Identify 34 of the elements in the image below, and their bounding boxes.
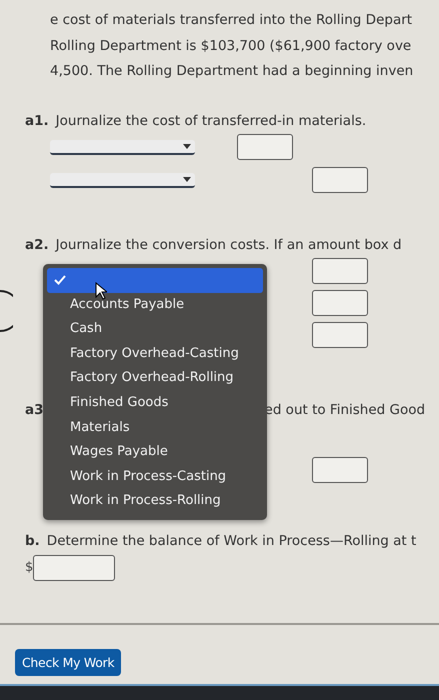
menu-item[interactable]: Work in Process-Rolling xyxy=(43,489,267,514)
amount-field[interactable] xyxy=(312,290,368,316)
menu-item[interactable]: Wages Payable xyxy=(43,440,267,465)
part-label: b. xyxy=(25,532,40,550)
mouse-pointer-icon xyxy=(95,282,107,300)
checkmark-icon xyxy=(54,275,66,285)
menu-item[interactable]: Work in Process-Casting xyxy=(43,464,267,490)
check-my-work-button[interactable]: Check My Work xyxy=(15,648,122,676)
currency-sign: $ xyxy=(25,560,34,575)
problem-text: e cost of materials transferred into the Rolling Depart xyxy=(50,11,414,30)
part-label: a2. xyxy=(25,236,49,254)
amount-field[interactable] xyxy=(237,134,293,160)
menu-item[interactable]: Accounts Payable xyxy=(43,292,267,318)
amount-field[interactable] xyxy=(312,322,368,348)
part-label: a3 xyxy=(25,400,44,420)
instruction-text: Determine the balance of Work in Process—Rolling at t xyxy=(46,532,416,550)
menu-item[interactable]: Cash xyxy=(43,317,267,342)
menu-item[interactable]: Factory Overhead-Rolling xyxy=(43,366,267,391)
account-dropdown[interactable] xyxy=(50,172,195,188)
amount-field[interactable] xyxy=(312,167,368,193)
problem-text: Rolling Department is $103,700 ($61,900 factory ove xyxy=(50,36,412,56)
account-dropdown[interactable] xyxy=(50,140,195,154)
menu-item[interactable]: Factory Overhead-Casting xyxy=(43,342,267,366)
caret-icon xyxy=(183,144,191,148)
menu-item[interactable]: Materials xyxy=(43,416,267,440)
problem-text: 4,500. The Rolling Department had a beginning inven xyxy=(50,62,414,81)
amount-field[interactable] xyxy=(33,554,116,580)
caret-icon xyxy=(183,176,191,182)
part-label: a1. xyxy=(25,112,49,130)
amount-field[interactable] xyxy=(312,457,368,483)
instruction-text: Journalize the conversion costs. If an amount box d xyxy=(56,236,402,254)
instruction-text: Journalize the cost of transferred-in materials. xyxy=(56,112,366,130)
menu-item[interactable]: Finished Goods xyxy=(43,390,267,416)
amount-field[interactable] xyxy=(312,258,368,284)
